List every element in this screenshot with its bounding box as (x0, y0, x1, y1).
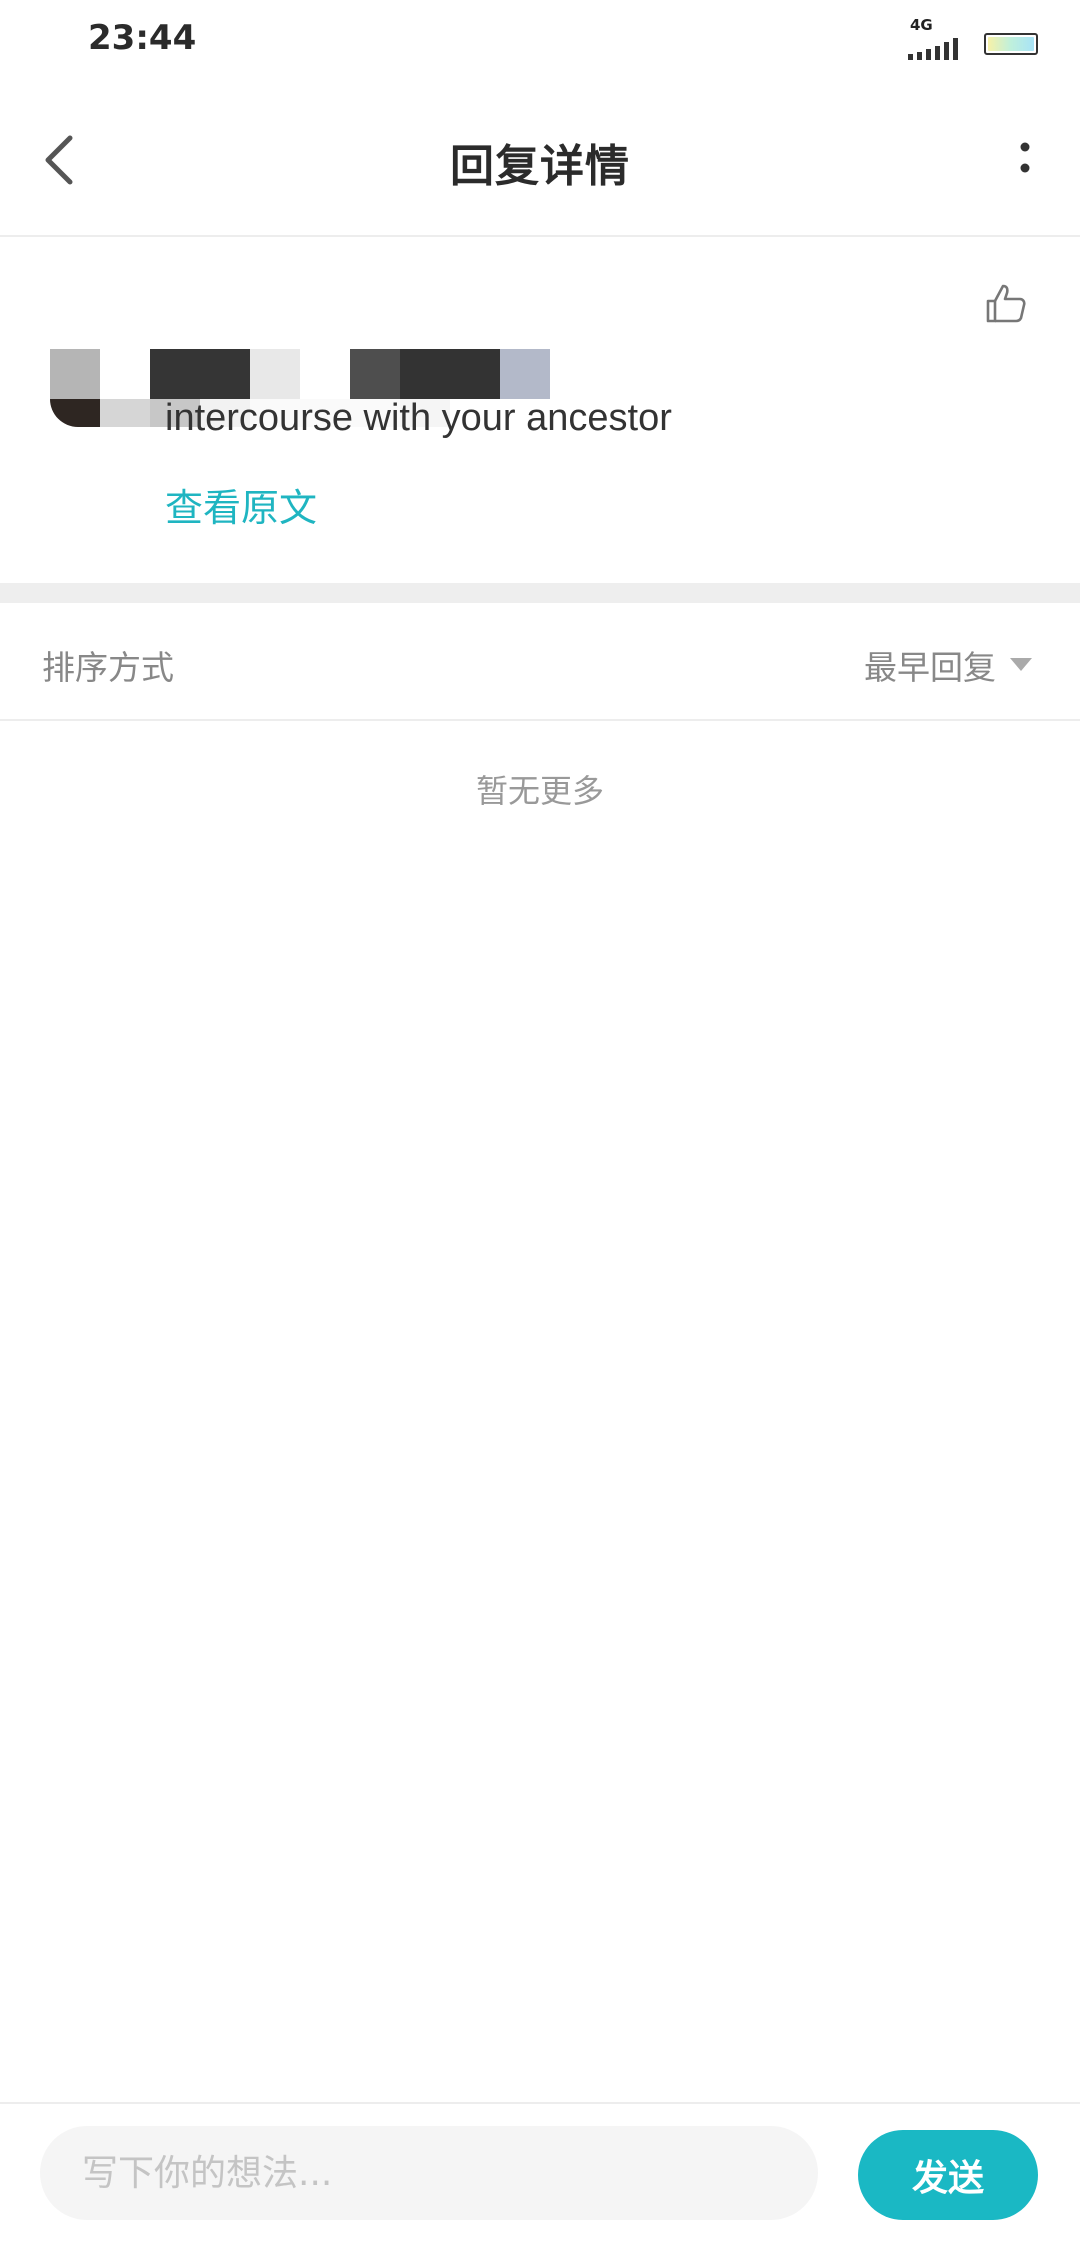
sort-selected-value: 最早回复 (864, 648, 996, 687)
nav-header: 回复详情 (0, 80, 1080, 237)
comment-composer: 发送 (0, 2102, 1080, 2244)
sort-dropdown[interactable]: 最早回复 (864, 641, 1032, 689)
reply-detail-screen: 23:44 4G 回复详情 intercourse with your ance… (0, 0, 1080, 2244)
empty-list-text: 暂无更多 (475, 772, 604, 810)
signal-icon: 4G (902, 16, 964, 64)
reply-content: intercourse with your ancestor (165, 397, 672, 439)
page-title: 回复详情 (450, 141, 630, 192)
thumbs-up-icon[interactable] (984, 281, 1028, 325)
sort-row: 排序方式 最早回复 (0, 603, 1080, 721)
comment-input[interactable] (40, 2126, 818, 2220)
status-icons: 4G (902, 16, 1038, 64)
caret-down-icon (1010, 658, 1032, 671)
send-button[interactable]: 发送 (858, 2130, 1038, 2220)
status-bar: 23:44 4G (0, 0, 1080, 80)
network-type-label: 4G (910, 16, 933, 34)
view-original-link[interactable]: 查看原文 (165, 477, 317, 532)
reply-item: intercourse with your ancestor 查看原文 (0, 239, 1080, 583)
sort-label: 排序方式 (42, 648, 174, 687)
section-divider (0, 583, 1080, 603)
battery-icon (984, 33, 1038, 55)
status-time: 23:44 (88, 18, 197, 58)
more-vertical-icon[interactable] (1010, 136, 1040, 184)
